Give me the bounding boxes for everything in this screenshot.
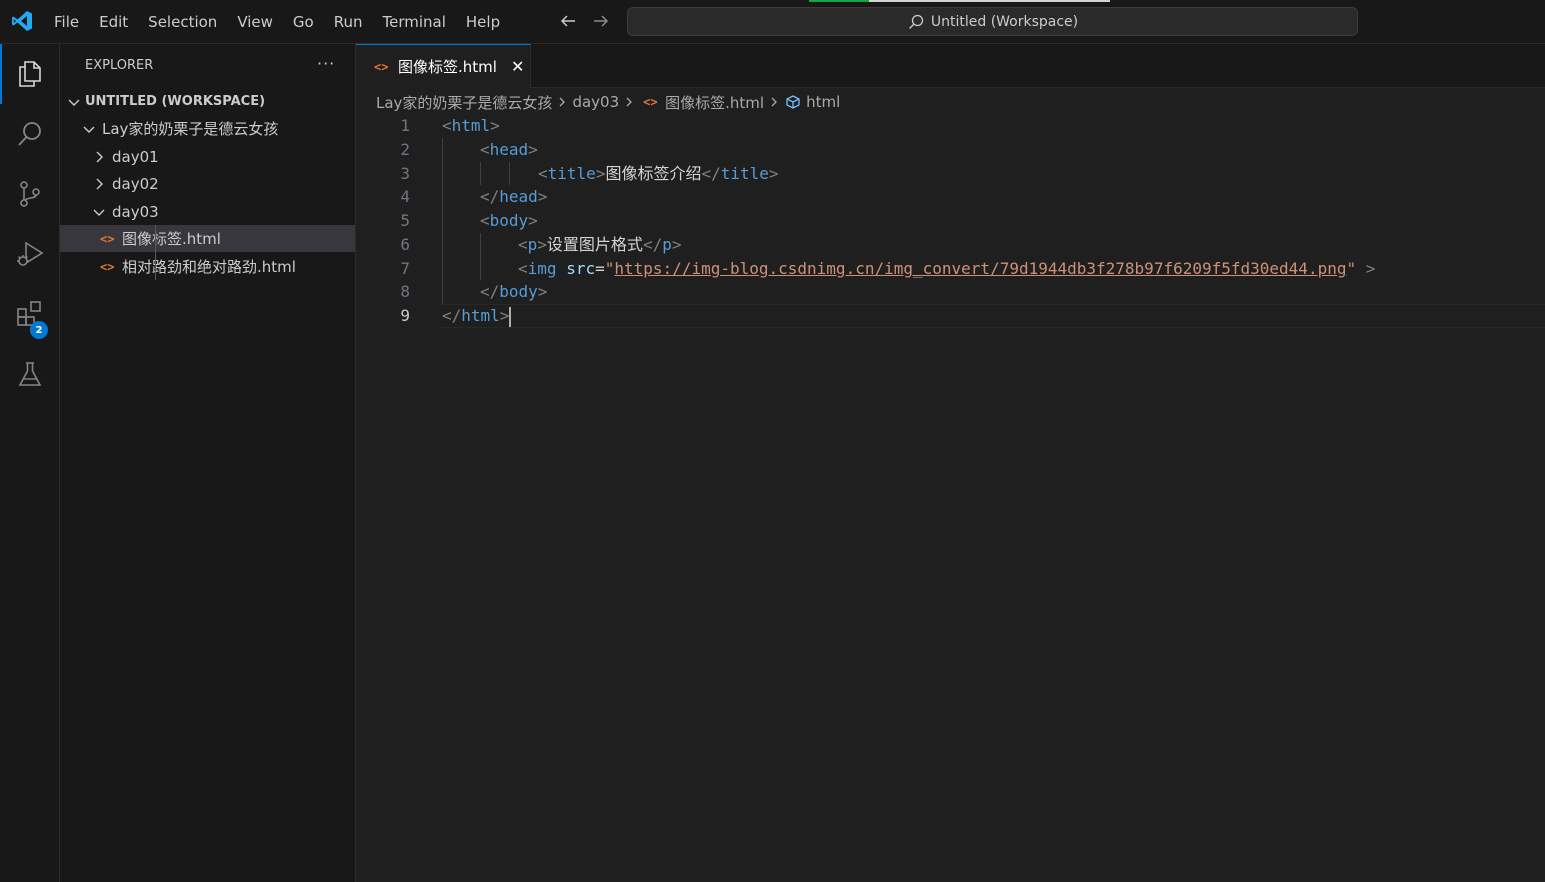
img-src-link[interactable]: https://img-blog.csdnimg.cn/img_convert/… [614,259,1346,278]
vscode-logo-icon [12,11,32,31]
code-line: </html> [442,306,512,327]
search-icon [18,122,41,146]
explorer-activity[interactable] [0,44,60,104]
code-line: <img src="https://img-blog.csdnimg.cn/im… [518,259,1376,278]
chevron-right-icon [96,178,103,189]
title-bar: File Edit Selection View Go Run Terminal… [0,0,1545,44]
search-activity[interactable] [0,104,60,164]
breadcrumb: Lay家的奶栗子是德云女孩 day03 <> 图像标签.html html [376,90,840,114]
command-center-label: Untitled (Workspace) [930,13,1079,30]
code-line: <title>图像标签介绍</title> [538,164,779,183]
menu-edit[interactable]: Edit [89,0,138,44]
tree-indent-guide [155,225,156,280]
file-label: 相对路劲和绝对路劲.html [122,258,296,276]
file-label: 图像标签.html [122,230,221,248]
line-number-current: 9 [400,306,410,325]
extensions-badge: 2 [30,321,48,339]
menu-file[interactable]: File [44,0,89,44]
run-debug-activity[interactable] [0,224,60,284]
chevron-down-icon [93,209,105,216]
chevron-down-icon [68,99,80,106]
workspace-root[interactable]: UNTITLED (WORKSPACE) [60,88,355,115]
workspace-title: UNTITLED (WORKSPACE) [85,94,266,109]
line-number: 1 [400,116,410,135]
tab-active[interactable]: <> 图像标签.html ✕ [356,44,531,88]
chevron-right-icon [771,97,777,107]
indent-guide [480,162,481,185]
menu-run[interactable]: Run [324,0,373,44]
line-number: 2 [400,140,410,159]
chevron-right-icon [96,151,103,162]
progress-track [869,0,1110,2]
menu-selection[interactable]: Selection [138,0,227,44]
folder-day01[interactable]: day01 [60,143,355,170]
explorer-header: EXPLORER [85,58,154,73]
line-number: 7 [400,259,410,278]
testing-activity[interactable] [0,344,60,404]
paragraph-text: 设置图片格式 [546,235,643,254]
current-line-highlight [441,304,1545,328]
breadcrumb-root[interactable]: Lay家的奶栗子是德云女孩 [376,92,552,113]
html-file-icon: <> [643,95,658,109]
file-item[interactable]: <> 相对路劲和绝对路劲.html [60,253,355,280]
search-icon [908,14,924,29]
extensions-activity[interactable]: 2 [0,284,60,344]
line-number: 5 [400,211,410,230]
menu-view[interactable]: View [227,0,283,44]
folder-label: day01 [112,147,159,166]
activity-bar: 2 [0,44,60,882]
folder-label: day02 [112,174,159,193]
source-control-icon [20,181,40,207]
tab-bar: <> 图像标签.html ✕ [356,44,1545,88]
code-line: <p>设置图片格式</p> [518,235,682,254]
breadcrumb-file[interactable]: 图像标签.html [665,92,764,113]
folder-root[interactable]: Lay家的奶栗子是德云女孩 [60,115,355,142]
folder-day02[interactable]: day02 [60,170,355,197]
back-arrow-icon[interactable] [557,10,579,32]
line-number: 6 [400,235,410,254]
flask-icon [18,362,42,386]
indent-guide [442,138,443,304]
code-line: </body> [480,282,548,301]
menu-go[interactable]: Go [283,0,324,44]
chevron-right-icon [626,97,633,107]
line-number: 3 [400,164,410,183]
line-number: 4 [400,187,410,206]
breadcrumb-symbol[interactable]: html [806,93,840,111]
menu-help[interactable]: Help [456,0,510,44]
line-number: 8 [400,282,410,301]
menu-terminal[interactable]: Terminal [373,0,456,44]
code-line: </head> [480,187,548,206]
menu-bar: File Edit Selection View Go Run Terminal… [44,0,510,44]
html-file-icon: <> [100,231,115,246]
forward-arrow-icon[interactable] [590,10,612,32]
breadcrumb-folder[interactable]: day03 [572,93,619,111]
tab-label: 图像标签.html [398,58,497,76]
command-center[interactable]: Untitled (Workspace) [627,7,1358,36]
code-line: <html> [442,116,500,135]
symbol-box-icon [786,95,800,109]
close-icon[interactable]: ✕ [511,57,524,76]
html-file-icon: <> [374,59,389,74]
indent-guide [480,233,481,280]
file-item-selected[interactable]: <> 图像标签.html [60,225,355,252]
code-line: <body> [480,211,538,230]
indent-guide [509,162,510,185]
progress-indicator [809,0,869,2]
title-text: 图像标签介绍 [605,164,702,183]
code-editor[interactable]: 1 2 3 4 5 6 7 8 9 <html> <head> <title>图… [356,114,1545,882]
files-icon [19,61,41,87]
chevron-down-icon [83,126,95,133]
more-actions-icon[interactable]: ··· [317,54,335,73]
chevron-right-icon [559,97,566,107]
run-debug-icon [17,241,44,266]
source-control-activity[interactable] [0,164,60,224]
code-line: <head> [480,140,538,159]
text-cursor [509,306,512,327]
html-file-icon: <> [100,259,115,274]
folder-day03[interactable]: day03 [60,198,355,225]
explorer-sidebar: EXPLORER ··· UNTITLED (WORKSPACE) Lay家的奶… [60,44,356,882]
folder-label: Lay家的奶栗子是德云女孩 [102,120,279,138]
folder-label: day03 [112,202,159,221]
